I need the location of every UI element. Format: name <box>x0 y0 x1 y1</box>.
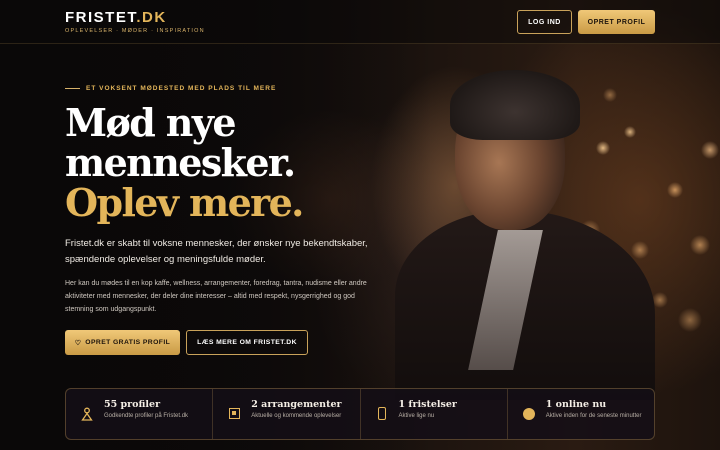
stat-events[interactable]: 2 arrangementer Aktuelle og kommende opl… <box>213 389 361 439</box>
create-profile-button[interactable]: OPRET PROFIL <box>578 10 655 34</box>
person-icon <box>80 407 94 421</box>
stat-title: 1 online nu <box>545 399 607 410</box>
top-navigation: FRISTET.DK OPLEVELSER · MØDER · INSPIRAT… <box>0 0 720 44</box>
stats-bar: 55 profiler Godkendte profiler på Friste… <box>65 388 655 440</box>
site-logo[interactable]: FRISTET.DK <box>65 9 167 26</box>
heart-icon: ♡ <box>74 339 82 347</box>
hero-couple-image <box>395 60 655 400</box>
create-free-profile-label: OPRET GRATIS PROFIL <box>85 339 171 346</box>
stat-subtitle: Aktive inden for de seneste minutter <box>545 413 642 419</box>
eyebrow-text: ET VOKSENT MØDESTED MED PLADS TIL MERE <box>86 85 277 92</box>
stat-temptations[interactable]: 1 fristelser Aktive lige nu <box>361 389 508 439</box>
headline-line-3: Oplev mere. <box>65 180 304 225</box>
hero-eyebrow: ET VOKSENT MØDESTED MED PLADS TIL MERE <box>65 85 276 92</box>
stat-title: 55 profiler <box>104 399 161 410</box>
hero-headline: Mød nye mennesker. Oplev mere. <box>65 100 304 225</box>
stat-title: 1 fristelser <box>398 399 457 410</box>
read-more-button[interactable]: LÆS MERE OM FRISTET.DK <box>186 330 308 355</box>
create-free-profile-button[interactable]: ♡ OPRET GRATIS PROFIL <box>65 330 180 355</box>
brand-tagline: OPLEVELSER · MØDER · INSPIRATION <box>65 28 205 34</box>
stat-online[interactable]: 1 online nu Aktive inden for de seneste … <box>508 389 654 439</box>
headline-line-1: Mød nye <box>65 100 237 145</box>
hero-lead-text: Fristet.dk er skabt til voksne mennesker… <box>65 238 368 265</box>
headline-line-2: mennesker. <box>65 140 296 185</box>
stat-subtitle: Aktuelle og kommende oplevelser <box>251 413 342 419</box>
stat-subtitle: Aktive lige nu <box>398 413 435 419</box>
hero-body-text: Her kan du mødes til en kop kaffe, welln… <box>65 280 367 313</box>
online-dot-icon <box>522 407 536 421</box>
calendar-icon <box>227 407 241 421</box>
stat-profiles[interactable]: 55 profiler Godkendte profiler på Friste… <box>66 389 214 439</box>
stat-subtitle: Godkendte profiler på Fristet.dk <box>104 413 189 419</box>
eyebrow-divider <box>65 88 80 89</box>
login-button[interactable]: LOG IND <box>517 10 572 34</box>
stat-title: 2 arrangementer <box>251 399 342 410</box>
phone-icon <box>375 407 389 421</box>
